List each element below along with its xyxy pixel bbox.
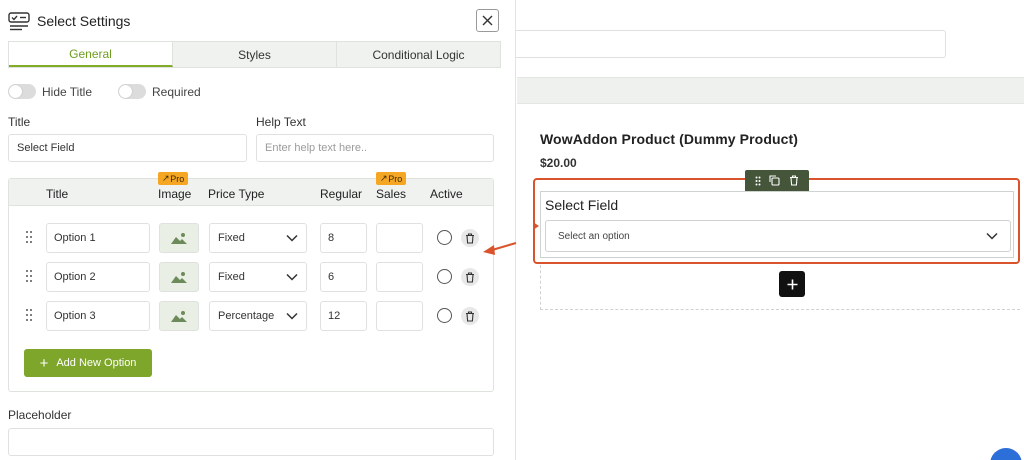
header-title: Title <box>46 187 69 201</box>
image-pro-badge: ↗ Pro <box>158 172 189 185</box>
header-sales: Sales <box>376 187 407 201</box>
image-placeholder-icon <box>171 311 187 322</box>
price-type-select[interactable]: Percentage <box>209 301 307 331</box>
field-toolbar <box>745 170 809 191</box>
hide-title-label: Hide Title <box>42 84 93 99</box>
active-radio[interactable] <box>437 269 452 284</box>
product-price: $20.00 <box>540 156 577 170</box>
plus-icon <box>787 279 797 289</box>
sales-price-input[interactable] <box>376 301 423 331</box>
option-title-input[interactable]: Option 1 <box>46 223 150 253</box>
trash-icon <box>466 271 474 283</box>
tab-styles[interactable]: Styles <box>173 42 337 67</box>
plus-icon: + <box>39 354 49 372</box>
select-field-title: Select Field <box>545 197 619 213</box>
add-new-option-button[interactable]: + Add New Option <box>24 349 152 377</box>
select-field-preview[interactable]: Select Field Select an option <box>540 191 1014 258</box>
header-regular: Regular <box>320 187 363 201</box>
required-label: Required <box>152 84 201 99</box>
tab-conditional-logic[interactable]: Conditional Logic <box>337 42 500 67</box>
select-field-dropdown[interactable]: Select an option <box>545 220 1011 252</box>
close-icon <box>482 15 493 26</box>
required-toggle-row: Required <box>118 84 201 99</box>
delete-option-button[interactable] <box>461 268 479 286</box>
title-input[interactable]: Select Field <box>8 134 247 162</box>
help-text-input[interactable]: Enter help text here.. <box>256 134 494 162</box>
price-type-value: Fixed <box>218 232 245 244</box>
settings-tabs: General Styles Conditional Logic <box>8 41 501 68</box>
help-chat-badge[interactable] <box>990 448 1022 460</box>
sales-price-input[interactable] <box>376 223 423 253</box>
panel-header: Select Settings <box>8 8 130 34</box>
price-type-value: Fixed <box>218 271 245 283</box>
header-price-type: Price Type <box>208 187 265 201</box>
price-type-select[interactable]: Fixed <box>209 223 307 253</box>
chevron-down-icon <box>286 312 298 320</box>
product-title: WowAddon Product (Dummy Product) <box>540 131 799 147</box>
regular-price-input[interactable]: 12 <box>320 301 367 331</box>
active-radio[interactable] <box>437 230 452 245</box>
option-title-input[interactable]: Option 3 <box>46 301 150 331</box>
sales-pro-badge: ↗ Pro <box>376 172 407 185</box>
trash-icon[interactable] <box>789 175 799 186</box>
option-image-upload[interactable] <box>159 301 199 331</box>
hide-title-toggle-row: Hide Title <box>8 84 92 99</box>
trend-icon: ↗ <box>380 173 389 183</box>
panel-title: Select Settings <box>37 13 131 29</box>
delete-option-button[interactable] <box>461 307 479 325</box>
regular-price-input[interactable]: 6 <box>320 262 367 292</box>
placeholder-label: Placeholder <box>8 408 72 422</box>
drag-handle-icon[interactable] <box>755 176 761 186</box>
option-image-upload[interactable] <box>159 262 199 292</box>
trash-icon <box>466 232 474 244</box>
pro-badge-label: Pro <box>170 173 185 184</box>
drag-handle-icon[interactable] <box>26 270 34 284</box>
chevron-down-icon <box>286 273 298 281</box>
tab-general[interactable]: General <box>9 42 173 67</box>
sales-price-input[interactable] <box>376 262 423 292</box>
trend-icon: ↗ <box>162 173 171 183</box>
list-checklist-icon <box>8 12 30 31</box>
placeholder-input[interactable] <box>8 428 494 456</box>
header-active: Active <box>430 187 463 201</box>
chevron-down-icon <box>986 232 998 240</box>
select-placeholder-text: Select an option <box>558 230 630 242</box>
option-image-upload[interactable] <box>159 223 199 253</box>
pro-badge-label: Pro <box>388 173 403 184</box>
help-text-label: Help Text <box>256 115 306 129</box>
add-new-option-label: Add New Option <box>56 357 137 369</box>
chevron-down-icon <box>286 234 298 242</box>
option-title-input[interactable]: Option 2 <box>46 262 150 292</box>
price-type-select[interactable]: Fixed <box>209 262 307 292</box>
hide-title-toggle[interactable] <box>8 84 36 99</box>
options-table-header: Title Image ↗ Pro Price Type Regular Sal… <box>9 172 493 206</box>
title-label: Title <box>8 115 31 129</box>
drag-handle-icon[interactable] <box>26 309 34 323</box>
regular-price-input[interactable]: 8 <box>320 223 367 253</box>
table-row: Option 3 Percentage 12 <box>9 301 493 331</box>
drag-handle-icon[interactable] <box>26 231 34 245</box>
duplicate-icon[interactable] <box>769 175 781 186</box>
image-placeholder-icon <box>171 272 187 283</box>
preview-top-input[interactable] <box>516 30 946 58</box>
trash-icon <box>466 310 474 322</box>
delete-option-button[interactable] <box>461 229 479 247</box>
table-row: Option 1 Fixed 8 <box>9 223 493 253</box>
active-radio[interactable] <box>437 308 452 323</box>
image-placeholder-icon <box>171 233 187 244</box>
table-row: Option 2 Fixed 6 <box>9 262 493 292</box>
options-table: Title Image ↗ Pro Price Type Regular Sal… <box>8 172 494 392</box>
price-type-value: Percentage <box>218 310 275 322</box>
select-settings-panel: Select Settings General Styles Condition… <box>0 0 516 460</box>
close-button[interactable] <box>476 9 499 32</box>
required-toggle[interactable] <box>118 84 146 99</box>
header-image: Image <box>158 187 192 201</box>
add-field-button[interactable] <box>779 271 805 297</box>
preview-section-band <box>517 77 1024 104</box>
